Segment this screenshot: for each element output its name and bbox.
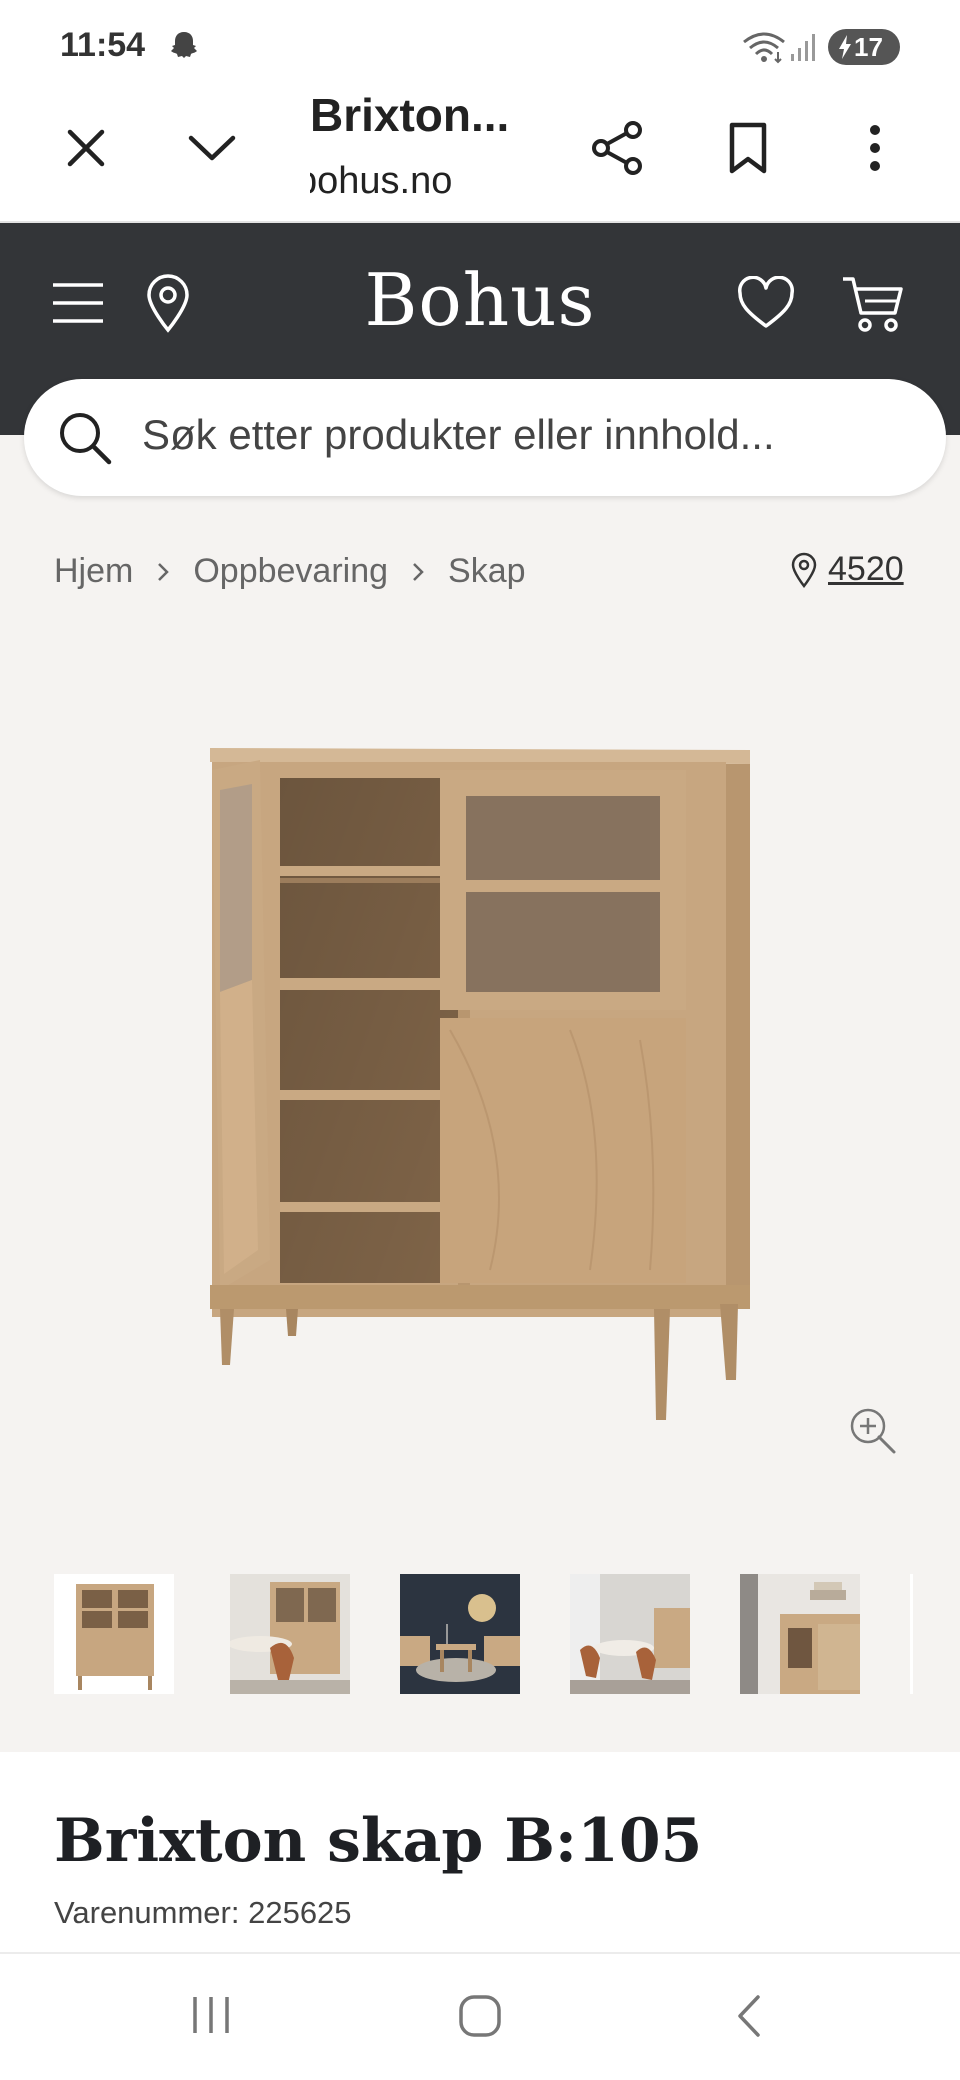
back-icon[interactable] — [726, 1990, 772, 2042]
store-selector[interactable]: 4520 — [790, 550, 904, 589]
status-bar: 11:54 17 — [0, 0, 960, 90]
breadcrumb-oppbevaring[interactable]: Oppbevaring — [193, 552, 388, 591]
cart-icon[interactable] — [840, 272, 906, 334]
site-logo[interactable]: Bohus — [0, 258, 960, 342]
zoom-in-icon[interactable] — [848, 1406, 898, 1456]
browser-url-text: bohus.no — [310, 160, 453, 202]
product-image[interactable] — [190, 730, 770, 1430]
battery-indicator: 17 — [828, 29, 900, 65]
thumbnail-6-edge — [910, 1574, 913, 1694]
wifi-icon — [743, 32, 785, 64]
recent-apps-icon[interactable] — [186, 1990, 236, 2040]
home-icon[interactable] — [454, 1990, 506, 2042]
snapchat-icon — [171, 32, 197, 58]
browser-url[interactable]: bohus.no — [310, 160, 460, 203]
more-vertical-icon[interactable] — [860, 118, 890, 178]
battery-level: 17 — [854, 32, 883, 62]
search-placeholder: Søk etter produkter eller innhold... — [142, 411, 775, 458]
thumbnail-2[interactable] — [230, 1574, 350, 1694]
thumbnail-4[interactable] — [570, 1574, 690, 1694]
signal-icon — [791, 34, 815, 61]
status-time: 11:54 — [60, 26, 146, 64]
share-icon[interactable] — [590, 118, 646, 178]
search-input[interactable]: Søk etter produkter eller innhold... — [24, 379, 946, 496]
chevron-right-icon — [413, 562, 424, 581]
breadcrumb-home[interactable]: Hjem — [54, 552, 133, 591]
chevron-down-icon[interactable] — [184, 120, 240, 176]
product-sku: Varenummer: 225625 — [54, 1895, 352, 1930]
product-title: Brixton skap B:105 — [54, 1806, 703, 1876]
charging-icon — [839, 35, 851, 59]
bookmark-icon[interactable] — [720, 118, 776, 178]
thumbnail-5[interactable] — [740, 1574, 860, 1694]
close-icon[interactable] — [58, 120, 114, 176]
system-nav-bar — [0, 1952, 960, 2080]
search-icon — [60, 413, 112, 465]
location-pin-icon — [791, 552, 817, 588]
breadcrumb-skap[interactable]: Skap — [448, 552, 526, 591]
heart-icon[interactable] — [736, 274, 796, 332]
breadcrumb: Hjem Oppbevaring Skap — [54, 552, 526, 591]
store-number: 4520 — [828, 550, 904, 588]
thumbnail-3[interactable] — [400, 1574, 520, 1694]
thumbnail-1[interactable] — [54, 1574, 174, 1694]
thumbnail-strip — [54, 1574, 960, 1694]
browser-page-title[interactable]: Brixton... — [310, 88, 509, 142]
chevron-right-icon — [158, 562, 170, 581]
